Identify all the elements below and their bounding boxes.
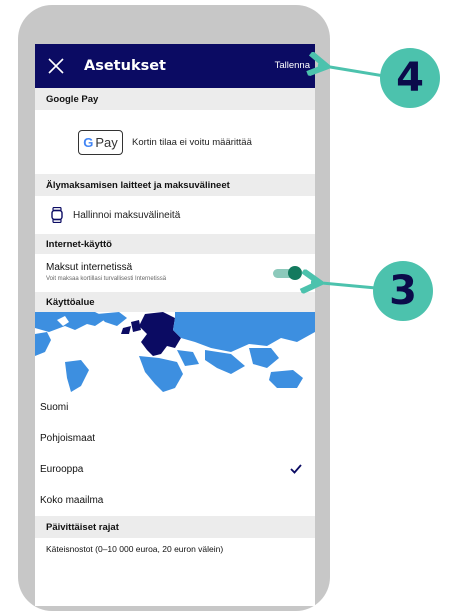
usage-option-label: Suomi (40, 402, 69, 413)
save-button[interactable]: Tallenna (275, 60, 310, 71)
usage-option-nordics[interactable]: Pohjoismaat (35, 423, 315, 454)
usage-option-world[interactable]: Koko maailma (35, 485, 315, 516)
checkmark-icon (290, 464, 302, 474)
section-header-daily-limits: Päivittäiset rajat (35, 516, 315, 538)
internet-payments-description: Voit maksaa kortillasi turvallisesti Int… (46, 276, 167, 282)
usage-option-europe[interactable]: Eurooppa (35, 454, 315, 485)
smartwatch-icon (51, 207, 63, 223)
section-header-usage-area: Käyttöalue (35, 292, 315, 312)
google-pay-status: Kortin tilaa ei voitu määrittää (132, 136, 252, 148)
app-bar: Asetukset Tallenna (35, 44, 315, 88)
toggle-knob (288, 266, 302, 280)
internet-payments-toggle[interactable] (273, 266, 302, 280)
google-pay-row[interactable]: G Pay Kortin tilaa ei voitu määrittää (35, 110, 315, 174)
page-title: Asetukset (84, 58, 166, 74)
section-header-smart-payment: Älymaksamisen laitteet ja maksuvälineet (35, 174, 315, 196)
cash-withdrawal-limit-row[interactable]: Käteisnostot (0–10 000 euroa, 20 euron v… (35, 538, 315, 560)
usage-option-label: Pohjoismaat (40, 433, 96, 444)
manage-payment-methods-label: Hallinnoi maksuvälineitä (73, 209, 181, 221)
close-icon[interactable] (46, 56, 66, 76)
google-g-logo: G (83, 134, 94, 150)
manage-payment-methods-row[interactable]: Hallinnoi maksuvälineitä (35, 196, 315, 234)
usage-option-label: Koko maailma (40, 495, 104, 506)
cash-withdrawal-limit-label: Käteisnostot (0–10 000 euroa, 20 euron v… (46, 544, 224, 554)
internet-payments-label: Maksut internetissä (46, 262, 133, 273)
section-header-google-pay: Google Pay (35, 88, 315, 110)
internet-payments-row: Maksut internetissä Voit maksaa kortilla… (35, 254, 315, 292)
google-pay-badge[interactable]: G Pay (78, 129, 123, 155)
usage-option-finland[interactable]: Suomi (35, 392, 315, 423)
callout-number-4: 4 (380, 48, 440, 108)
section-header-internet-use: Internet-käyttö (35, 234, 315, 254)
settings-screen: Asetukset Tallenna Google Pay G Pay Kort… (35, 44, 315, 606)
callout-number-3: 3 (373, 261, 433, 321)
usage-option-label: Eurooppa (40, 464, 84, 475)
world-map-image (35, 312, 315, 392)
google-pay-word: Pay (95, 134, 118, 150)
